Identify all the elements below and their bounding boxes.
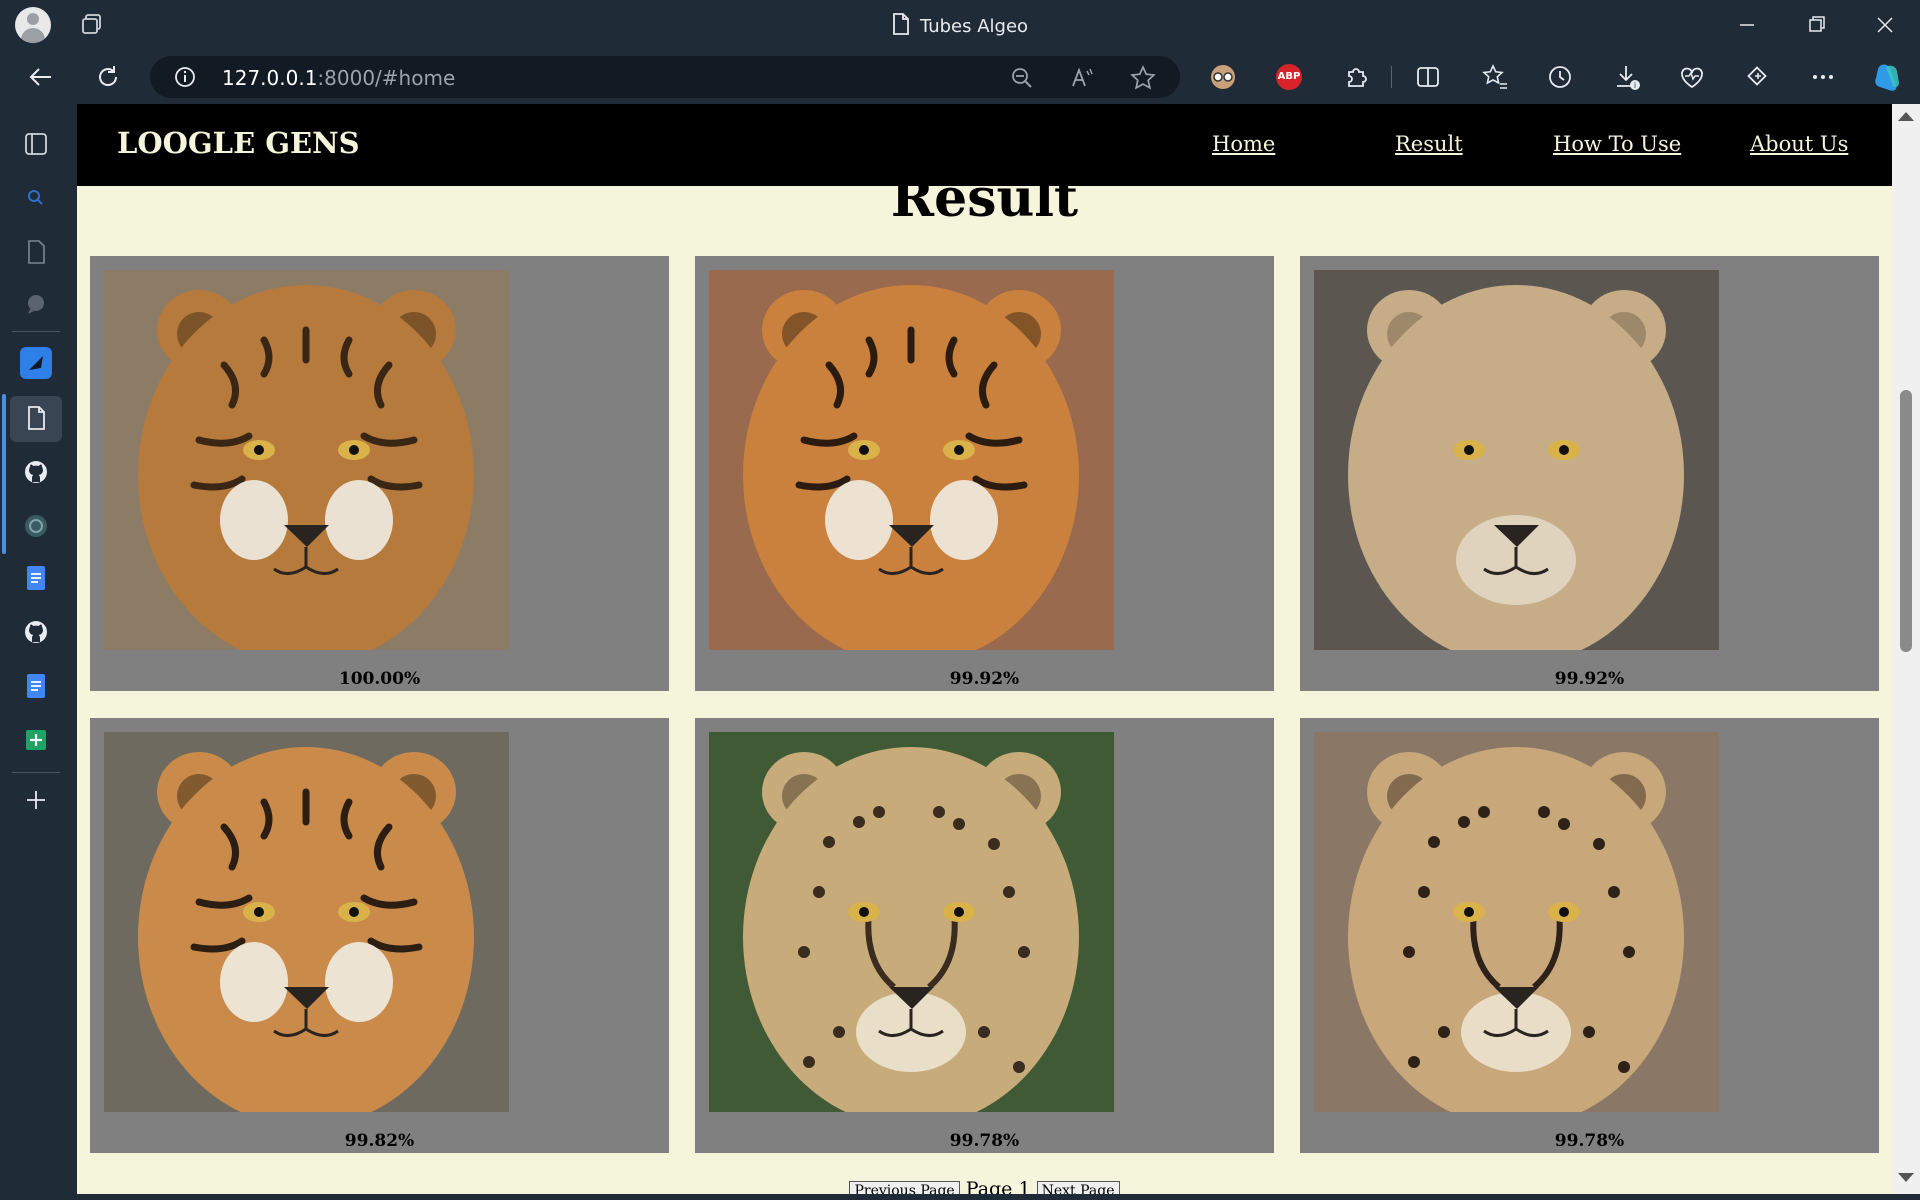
- similarity-score: 99.92%: [1554, 669, 1625, 689]
- page-scrollbar[interactable]: [1892, 104, 1920, 1194]
- url-path: :8000/#home: [317, 66, 456, 90]
- downloads-icon[interactable]: i: [1612, 62, 1642, 92]
- more-options-icon[interactable]: [1808, 62, 1838, 92]
- github-icon-2[interactable]: [22, 618, 50, 646]
- sidebar-divider-2: [12, 772, 60, 773]
- restore-icon[interactable]: [1802, 10, 1832, 40]
- back-icon[interactable]: [26, 62, 56, 92]
- result-card[interactable]: 99.92%: [1300, 256, 1879, 691]
- sidebar-divider: [12, 331, 60, 332]
- read-aloud-icon[interactable]: [1070, 66, 1094, 90]
- refresh-icon[interactable]: [93, 62, 123, 92]
- url-host: 127.0.0.1: [222, 66, 318, 90]
- favorites-icon[interactable]: [1480, 62, 1510, 92]
- nav-home-link[interactable]: Home: [1212, 132, 1275, 156]
- similarity-score: 99.92%: [949, 669, 1020, 689]
- google-docs-icon-2[interactable]: [22, 672, 50, 700]
- tiger-photo[interactable]: [709, 270, 1114, 650]
- scrollbar-thumb[interactable]: [1900, 390, 1912, 652]
- copilot-icon[interactable]: [1870, 59, 1906, 95]
- next-page-button[interactable]: Next Page: [1036, 1181, 1120, 1194]
- similarity-score: 99.82%: [344, 1131, 415, 1151]
- similarity-score: 99.78%: [1554, 1131, 1625, 1151]
- browser-toolbar: 127.0.0.1:8000/#home ABP i: [0, 50, 1920, 104]
- pagination: Previous Page Page 1 Next Page: [77, 1178, 1892, 1194]
- split-screen-icon[interactable]: [1413, 62, 1443, 92]
- minimize-icon[interactable]: [1732, 10, 1762, 40]
- window-title: Tubes Algeo: [0, 13, 1920, 37]
- performance-icon[interactable]: [1743, 62, 1773, 92]
- scroll-up-arrow-icon[interactable]: [1898, 112, 1914, 121]
- similarity-score: 99.78%: [949, 1131, 1020, 1151]
- page-indicator: Page 1: [965, 1178, 1031, 1194]
- github-icon[interactable]: [22, 458, 50, 486]
- nav-result-link[interactable]: Result: [1395, 132, 1463, 156]
- site-brand[interactable]: LOOGLE GENS: [117, 126, 360, 160]
- close-icon[interactable]: [1870, 10, 1900, 40]
- page-icon: [893, 13, 909, 35]
- result-card[interactable]: 99.78%: [1300, 718, 1879, 1153]
- result-card[interactable]: 99.92%: [695, 256, 1274, 691]
- cheetah-photo[interactable]: [1314, 732, 1719, 1112]
- lion-photo[interactable]: [1314, 270, 1719, 650]
- result-card[interactable]: 99.82%: [90, 718, 669, 1153]
- search-icon[interactable]: [22, 184, 50, 212]
- google-sheets-icon[interactable]: [22, 726, 50, 754]
- toolbar-divider: [1391, 66, 1392, 88]
- extensions-icon[interactable]: [1341, 62, 1371, 92]
- tiger-photo[interactable]: [104, 270, 509, 650]
- page-viewport: Result LOOGLE GENS Home Result How To Us…: [77, 104, 1892, 1194]
- browser-essentials-icon[interactable]: [1677, 62, 1707, 92]
- result-card[interactable]: 100.00%: [90, 256, 669, 691]
- page-icon[interactable]: [22, 404, 50, 432]
- favorite-star-icon[interactable]: [1130, 65, 1156, 91]
- extension-glasses-icon[interactable]: [1208, 62, 1238, 92]
- chat-icon[interactable]: [22, 290, 50, 318]
- add-icon[interactable]: [22, 786, 50, 814]
- result-card[interactable]: 99.78%: [695, 718, 1274, 1153]
- title-bar: Tubes Algeo: [0, 0, 1920, 50]
- tiger-photo[interactable]: [104, 732, 509, 1112]
- site-navbar: LOOGLE GENS Home Result How To Use About…: [77, 104, 1892, 186]
- google-docs-icon[interactable]: [22, 564, 50, 592]
- site-info-icon[interactable]: [174, 66, 196, 88]
- url-text[interactable]: 127.0.0.1:8000/#home: [222, 66, 455, 90]
- cheetah-photo[interactable]: [709, 732, 1114, 1112]
- chatgpt-icon[interactable]: [22, 512, 50, 540]
- browser-sidebar: [0, 104, 72, 1200]
- window-title-text: Tubes Algeo: [919, 16, 1029, 37]
- nav-about-us-link[interactable]: About Us: [1750, 132, 1848, 156]
- active-indicator: [2, 394, 6, 554]
- workspaces-icon[interactable]: [22, 130, 50, 158]
- drawing-app-icon[interactable]: [19, 346, 53, 380]
- history-icon[interactable]: [1545, 62, 1575, 92]
- svg-text:i: i: [1634, 81, 1636, 90]
- nav-how-to-use-link[interactable]: How To Use: [1553, 132, 1681, 156]
- document-icon[interactable]: [22, 238, 50, 266]
- scroll-down-arrow-icon[interactable]: [1898, 1173, 1914, 1182]
- address-bar[interactable]: 127.0.0.1:8000/#home: [150, 56, 1180, 98]
- zoom-out-icon[interactable]: [1010, 66, 1034, 90]
- adblock-plus-icon[interactable]: ABP: [1276, 64, 1302, 90]
- similarity-score: 100.00%: [338, 669, 421, 689]
- previous-page-button[interactable]: Previous Page: [849, 1181, 960, 1194]
